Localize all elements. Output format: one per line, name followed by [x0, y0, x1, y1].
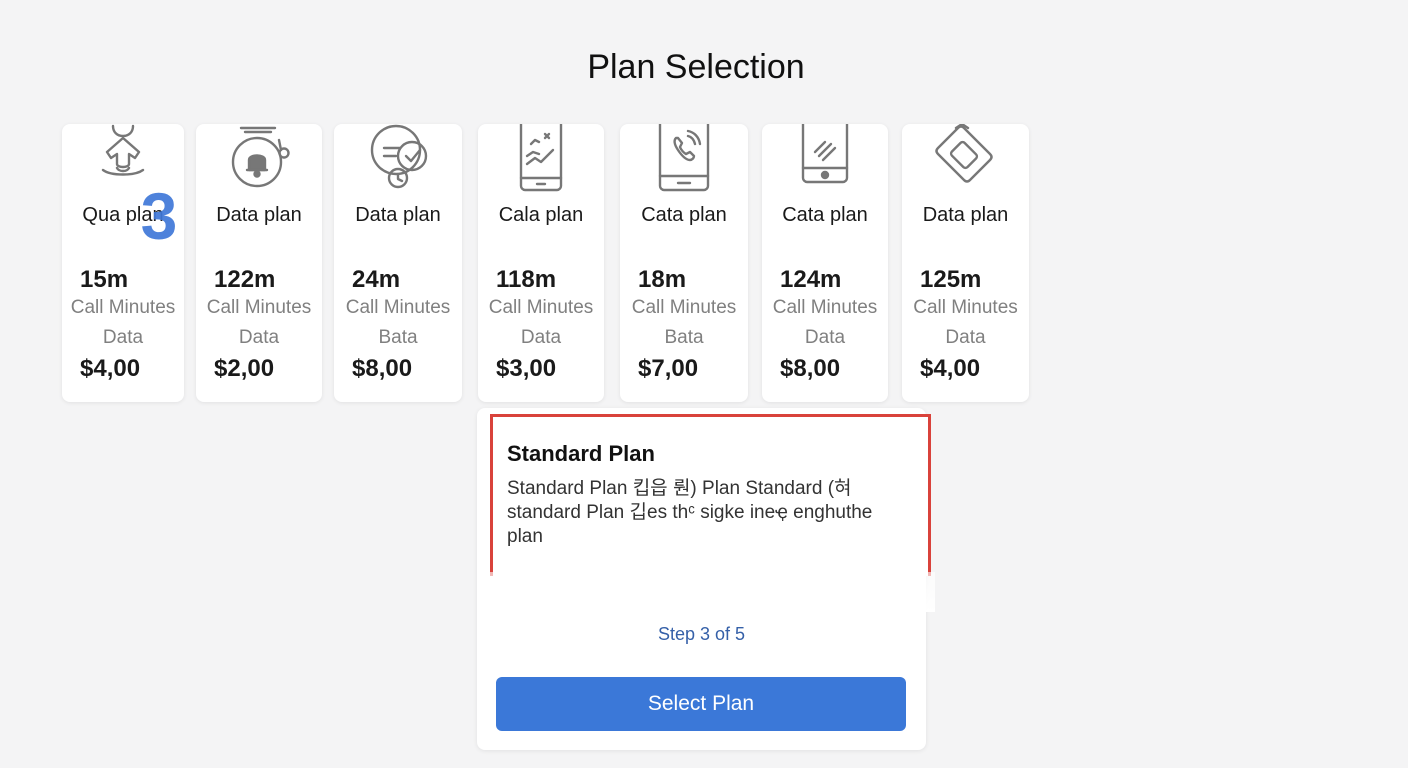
plan-price: $2,00: [214, 355, 275, 382]
step-badge: 3: [140, 179, 178, 253]
selected-plan-details: Standard Plan Standard Plan 킵읍 뤈) Plan S…: [490, 414, 931, 576]
plan-card-1[interactable]: Qua plan 15m Call Minutes Data $4,00: [62, 124, 184, 402]
plan-name: Data plan: [355, 204, 441, 226]
data-label: Data: [520, 327, 562, 348]
plan-card-3[interactable]: Data plan 24m Call Minutes Bata $8,00: [334, 124, 462, 402]
bell-stopwatch-icon: [219, 124, 299, 192]
plan-price: $4,00: [80, 355, 141, 382]
plan-detail-panel: Standard Plan Standard Plan 킵읍 뤈) Plan S…: [477, 408, 935, 750]
plan-card-5[interactable]: Cata plan 18m Call Minutes Bata $7,00: [620, 124, 748, 402]
sim-card-icon: [926, 124, 1006, 192]
chat-check-icon: [358, 124, 438, 192]
select-plan-button[interactable]: Select Plan: [496, 677, 906, 731]
call-minutes-label: Call Minutes: [913, 297, 1018, 318]
plan-name: Cala plan: [498, 204, 584, 226]
page-title: Plan Selection: [587, 48, 805, 86]
call-minutes-value: 18m: [638, 266, 687, 293]
detail-title: Standard Plan: [507, 441, 655, 466]
data-label: Bata: [378, 327, 418, 348]
call-minutes-label: Call Minutes: [70, 297, 176, 318]
call-minutes-label: Call Minutes: [488, 297, 594, 318]
plan-card-4[interactable]: Cala plan 118m Call Minutes Data $3,00: [478, 124, 604, 402]
call-minutes-value: 125m: [920, 266, 982, 293]
call-minutes-value: 124m: [780, 266, 842, 293]
plan-price: $7,00: [638, 355, 699, 382]
plan-name: Cata plan: [782, 204, 868, 226]
data-label: Data: [102, 327, 144, 348]
data-label: Data: [945, 327, 986, 348]
phone-chart-icon: [501, 124, 581, 192]
detail-description: Standard Plan 킵읍 뤈) Plan Standard (혀 sta…: [507, 478, 873, 547]
call-minutes-value: 118m: [496, 266, 557, 293]
data-label: Bata: [664, 327, 704, 348]
plan-price: $3,00: [496, 355, 557, 382]
plan-price: $8,00: [352, 355, 413, 382]
call-minutes-label: Call Minutes: [206, 297, 312, 318]
phone-signal-icon: [785, 124, 865, 192]
plan-card-2[interactable]: Data plan 122m Call Minutes Data $2,00: [196, 124, 322, 402]
call-minutes-value: 122m: [214, 266, 276, 293]
phone-call-icon: [644, 124, 724, 192]
call-minutes-label: Call Minutes: [631, 297, 737, 318]
plan-card-6[interactable]: Cata plan 124m Call Minutes Data $8,00: [762, 124, 888, 402]
plan-name: Data plan: [922, 204, 1009, 226]
plan-card-7[interactable]: Data plan 125m Call Minutes Data $4,00: [902, 124, 1029, 402]
plan-name: Data plan: [216, 204, 302, 226]
step-indicator: Step 3 of 5: [657, 624, 746, 644]
call-minutes-value: 24m: [352, 266, 401, 293]
detail-fade: [487, 572, 935, 612]
plan-price: $4,00: [920, 355, 981, 382]
data-label: Data: [238, 327, 280, 348]
plan-name: Cata plan: [641, 204, 727, 226]
data-label: Data: [804, 327, 846, 348]
call-minutes-value: 15m: [80, 266, 129, 293]
call-minutes-label: Call Minutes: [772, 297, 878, 318]
plan-price: $8,00: [780, 355, 841, 382]
call-minutes-label: Call Minutes: [345, 297, 451, 318]
